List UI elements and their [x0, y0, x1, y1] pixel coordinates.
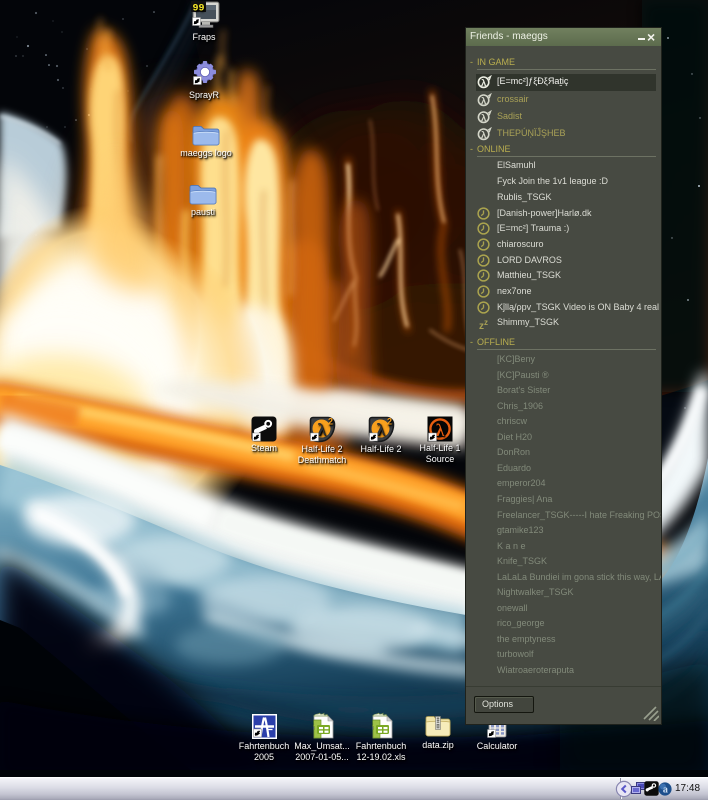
svg-text:λ: λ: [481, 96, 487, 107]
svg-text:λ: λ: [481, 130, 487, 141]
svg-text:99: 99: [192, 4, 204, 15]
svg-text:2: 2: [386, 417, 391, 427]
svg-text:a: a: [663, 785, 668, 796]
svg-text:2: 2: [327, 417, 332, 427]
svg-text:λ: λ: [436, 420, 445, 440]
svg-text:λ: λ: [481, 78, 487, 89]
svg-text:λ: λ: [481, 113, 487, 124]
